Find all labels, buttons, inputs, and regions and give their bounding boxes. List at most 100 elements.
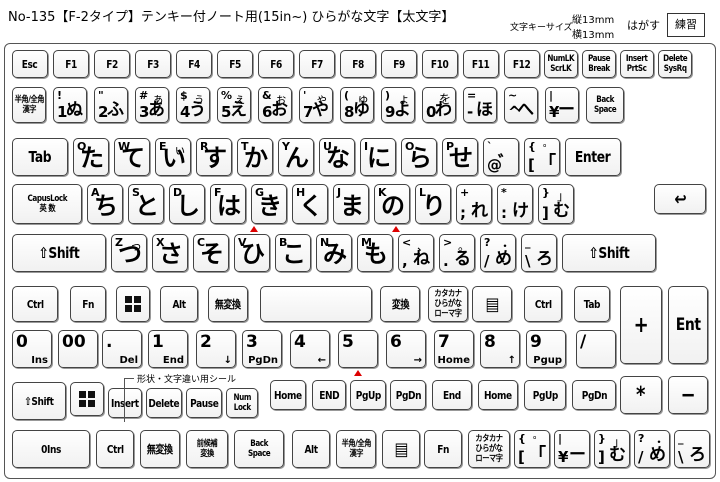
key-pause: Pause Break xyxy=(582,50,616,78)
key-r6-6-label: Home xyxy=(274,388,302,402)
key-r6-7-label: END xyxy=(319,388,339,402)
key-num2-1: 00 xyxy=(58,330,98,368)
key-a-11-char: : xyxy=(501,204,507,222)
key-z-11-kana: ろ xyxy=(536,249,553,269)
key-t-kana: か xyxy=(244,144,268,172)
key-z-1: Zっつ xyxy=(111,234,147,272)
key-bottom-9: Ctrl xyxy=(524,286,562,322)
home-position-marker xyxy=(250,226,258,232)
key-z-4-kana: ひ xyxy=(241,240,265,268)
key-menu: ▤ xyxy=(472,286,512,322)
key-{: {[゜「 xyxy=(524,138,560,176)
key-num-7-shift-char: ' xyxy=(303,89,307,102)
windows-icon-pane xyxy=(134,305,141,312)
key-bottom-0-label: Ctrl xyxy=(26,297,44,311)
key-r7b-4-kana: ろ xyxy=(689,445,706,465)
key-r7-6-label-line: 漢字 xyxy=(349,449,363,459)
key-num-1-shift-char: ! xyxy=(57,89,63,102)
key-f2-label: F2 xyxy=(106,57,118,71)
key-z-3-kana: そ xyxy=(200,240,224,268)
key-a-11-kana: け xyxy=(512,201,529,221)
size-height: 縦13mm xyxy=(572,15,615,26)
key-num-3-kana: あ xyxy=(148,100,165,120)
key-r7b-1-char: ¥ xyxy=(558,448,569,466)
key-pause-label-line: Break xyxy=(588,64,610,74)
key-z-7-kana: も xyxy=(364,240,388,268)
key-num-10-kana: わ xyxy=(435,100,452,120)
key-num-7-kana: や xyxy=(312,100,329,120)
key-e: Eぃい xyxy=(155,138,191,176)
sheet-title: No-135【F-2タイプ】テンキー付ノート用(15in~) ひらがな文字【太文… xyxy=(8,10,455,25)
key-r7-6-label: 半角/全角 漢字 xyxy=(341,439,371,459)
key-f11-label: F11 xyxy=(472,57,490,71)
key-backspace-label: Back Space xyxy=(594,95,617,115)
key-num-8: (8 ゅゆ xyxy=(340,87,374,123)
key-r7-2: 無変換 xyxy=(140,430,180,468)
key-r7b-1: | ¥ ー xyxy=(554,430,590,468)
key-bottom-6: 変換 xyxy=(380,286,420,322)
key-num2-7: 5 xyxy=(338,330,378,368)
key-num-11-char: - xyxy=(467,103,474,121)
key-shift-12-label: ⇧Shift xyxy=(588,244,630,262)
key-r7-8-label: Fn xyxy=(437,442,449,456)
key-q: Qた xyxy=(73,138,109,176)
key-num2-bottom: ↓ xyxy=(223,355,232,366)
key-f7-label: F7 xyxy=(311,57,323,71)
key-hankaku-label-line: 半角/全角 xyxy=(14,95,44,105)
key-r6-13: PgDn xyxy=(572,380,616,410)
key-r7b-3-kana: め xyxy=(649,445,666,465)
key-shift-12: ⇧Shift xyxy=(562,234,656,272)
key-num-1-kana: ぬ xyxy=(66,100,83,120)
key-r7b-1-kana: ー xyxy=(569,445,586,465)
key-u: Uな xyxy=(319,138,355,176)
key-a-2: Sと xyxy=(128,184,164,224)
key-r7b-2-shift-char: } xyxy=(598,432,606,445)
keyboard-sticker-sheet: No-135【F-2タイプ】テンキー付ノート用(15in~) ひらがな文字【太文… xyxy=(0,0,720,482)
key-r7b-0-kana: 「 xyxy=(529,445,546,465)
key-z-1-kana: つ xyxy=(118,240,142,268)
key-f5: F5 xyxy=(217,50,253,78)
menu-icon: ▤ xyxy=(394,438,408,460)
key-num-13-shift-char: | xyxy=(549,89,554,102)
key-menu-2: ▤ xyxy=(382,430,420,468)
key-a-12: }]」む xyxy=(538,184,574,224)
key-num-5-kana: え xyxy=(230,100,247,120)
key-num2-bottom: ↑ xyxy=(507,355,516,366)
key-r7-9-label-line: ひらがな xyxy=(475,444,503,454)
key-{-kana: 「 xyxy=(539,153,556,173)
key-num-7: ' 7 ゃや xyxy=(299,87,333,123)
key-hankaku-label: 半角/全角 漢字 xyxy=(14,95,44,115)
minus-label: − xyxy=(680,382,696,408)
key-a-12-kana: む xyxy=(553,201,570,221)
key-bottom-3: Alt xyxy=(160,286,198,322)
key-f6-label: F6 xyxy=(270,57,282,71)
key-backspace: Back Space xyxy=(586,87,624,123)
key-r7b-2-char: ] xyxy=(598,448,605,466)
key-f8-label: F8 xyxy=(352,57,364,71)
key-r6-9: PgDn xyxy=(390,380,426,410)
key-z-8: <,、ね xyxy=(398,234,434,272)
key-f12: F12 xyxy=(504,50,540,78)
key-r6-4-label: Pause xyxy=(189,396,219,410)
key-r7b-3-char: / xyxy=(638,448,644,466)
key-r7-9-label-line: カタカナ xyxy=(475,434,503,444)
key-num2-top: 4 xyxy=(294,332,306,352)
key-a-2-kana: と xyxy=(135,192,159,220)
key-num2-bottom: Pgup xyxy=(533,355,562,366)
key-z-9-shift-char: > xyxy=(443,236,453,249)
key-num-9-shift-char: ) xyxy=(385,89,391,102)
key-num-8-kana: ゆ xyxy=(353,100,370,120)
key-shift-0: ⇧Shift xyxy=(12,234,106,272)
menu-icon: ▤ xyxy=(485,293,499,315)
key-z-11-char: \ xyxy=(525,252,531,270)
key-f6: F6 xyxy=(258,50,294,78)
key-`-shift-char: ` xyxy=(487,140,493,153)
key-num-4-kana: う xyxy=(189,100,206,120)
key-num-2: " 2 ふ xyxy=(94,87,128,123)
key-z-9-kana: る xyxy=(454,249,471,269)
key-z-7: Mも xyxy=(357,234,393,272)
key-r7b-0: {[゜「 xyxy=(514,430,550,468)
key-f10-label: F10 xyxy=(431,57,449,71)
key-r6-5: Num Lock xyxy=(226,388,258,418)
key-a-7: Jま xyxy=(333,184,369,224)
